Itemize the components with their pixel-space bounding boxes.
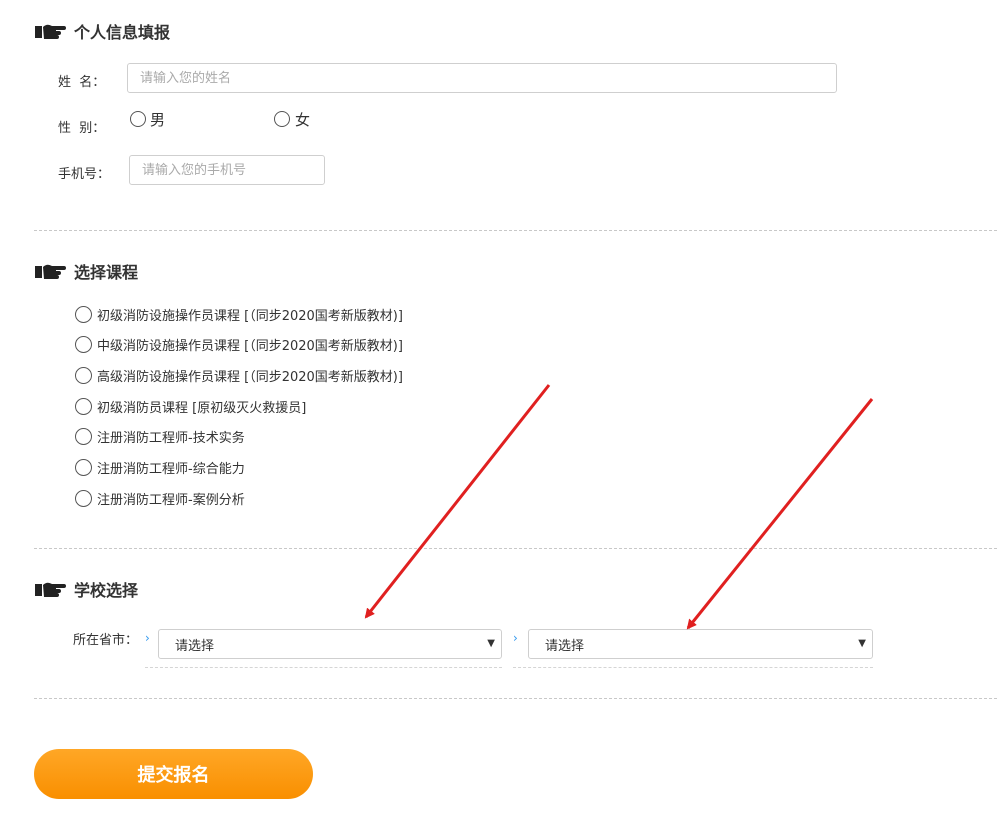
course-radio[interactable]: [75, 489, 92, 507]
course-option-label: 高级消防设施操作员课程 [（同步2020国考新版教材)]: [97, 369, 403, 385]
name-label: 姓 名：: [58, 75, 106, 90]
section-divider: [34, 698, 997, 699]
personal-section-title: 个人信息填报: [34, 19, 170, 43]
province-select-value: 请选择: [175, 638, 215, 654]
course-option-label: 初级消防员课程 [原初级灭火救援员]: [97, 400, 307, 416]
section-divider: [34, 230, 997, 231]
gender-male-radio[interactable]: [130, 111, 146, 127]
pointing-hand-icon: [35, 24, 66, 39]
course-option[interactable]: 注册消防工程师-案例分析: [75, 488, 245, 508]
course-radio[interactable]: [75, 366, 92, 384]
gender-female-label: 女: [295, 111, 311, 129]
personal-title-text: 个人信息填报: [74, 23, 171, 42]
school-select-value: 请选择: [545, 638, 585, 654]
dropdown-arrow-icon: ▼: [858, 638, 866, 649]
province-select[interactable]: 请选择 ▼: [158, 629, 502, 659]
course-title-text: 选择课程: [74, 263, 139, 282]
course-radio[interactable]: [75, 335, 92, 353]
province-label: 所在省市：: [73, 633, 139, 648]
course-option[interactable]: 初级消防员课程 [原初级灭火救援员]: [75, 396, 306, 416]
course-option-label: 注册消防工程师-技术实务: [97, 430, 245, 446]
school-select[interactable]: 请选择 ▼: [528, 629, 873, 659]
gender-female-radio[interactable]: [274, 111, 290, 127]
section-divider: [34, 548, 997, 549]
course-radio[interactable]: [75, 458, 92, 476]
annotation-arrow-left: [364, 384, 551, 619]
course-option[interactable]: 注册消防工程师-技术实务: [75, 426, 245, 446]
submit-button[interactable]: 提交报名: [34, 749, 313, 799]
course-radio[interactable]: [75, 397, 92, 415]
school-title-text: 学校选择: [74, 581, 139, 600]
course-option-label: 注册消防工程师-综合能力: [97, 461, 245, 477]
annotation-arrow-right: [686, 398, 874, 630]
dropdown-arrow-icon: ▼: [487, 638, 495, 649]
course-radio[interactable]: [75, 427, 92, 445]
course-radio[interactable]: [75, 305, 92, 323]
gender-label: 性 别：: [58, 121, 106, 136]
phone-input[interactable]: [129, 155, 325, 185]
chevron-right-icon: ›: [145, 631, 150, 645]
chevron-right-icon: ›: [513, 631, 518, 645]
course-option[interactable]: 初级消防设施操作员课程 [（同步2020国考新版教材)]: [75, 304, 403, 324]
course-option[interactable]: 中级消防设施操作员课程 [（同步2020国考新版教材)]: [75, 334, 403, 354]
school-section-title: 学校选择: [34, 577, 138, 601]
course-option[interactable]: 高级消防设施操作员课程 [（同步2020国考新版教材)]: [75, 365, 403, 385]
course-option-label: 注册消防工程师-案例分析: [97, 492, 245, 508]
select-underline: [513, 667, 873, 668]
pointing-hand-icon: [35, 264, 66, 279]
pointing-hand-icon: [35, 582, 66, 597]
course-section-title: 选择课程: [34, 259, 138, 283]
gender-male-label: 男: [150, 111, 166, 129]
course-option-label: 初级消防设施操作员课程 [（同步2020国考新版教材)]: [97, 308, 403, 324]
course-option-label: 中级消防设施操作员课程 [（同步2020国考新版教材)]: [97, 338, 403, 354]
name-input[interactable]: [127, 63, 837, 93]
select-underline: [145, 667, 502, 668]
phone-label: 手机号：: [58, 167, 111, 182]
course-option[interactable]: 注册消防工程师-综合能力: [75, 457, 245, 477]
